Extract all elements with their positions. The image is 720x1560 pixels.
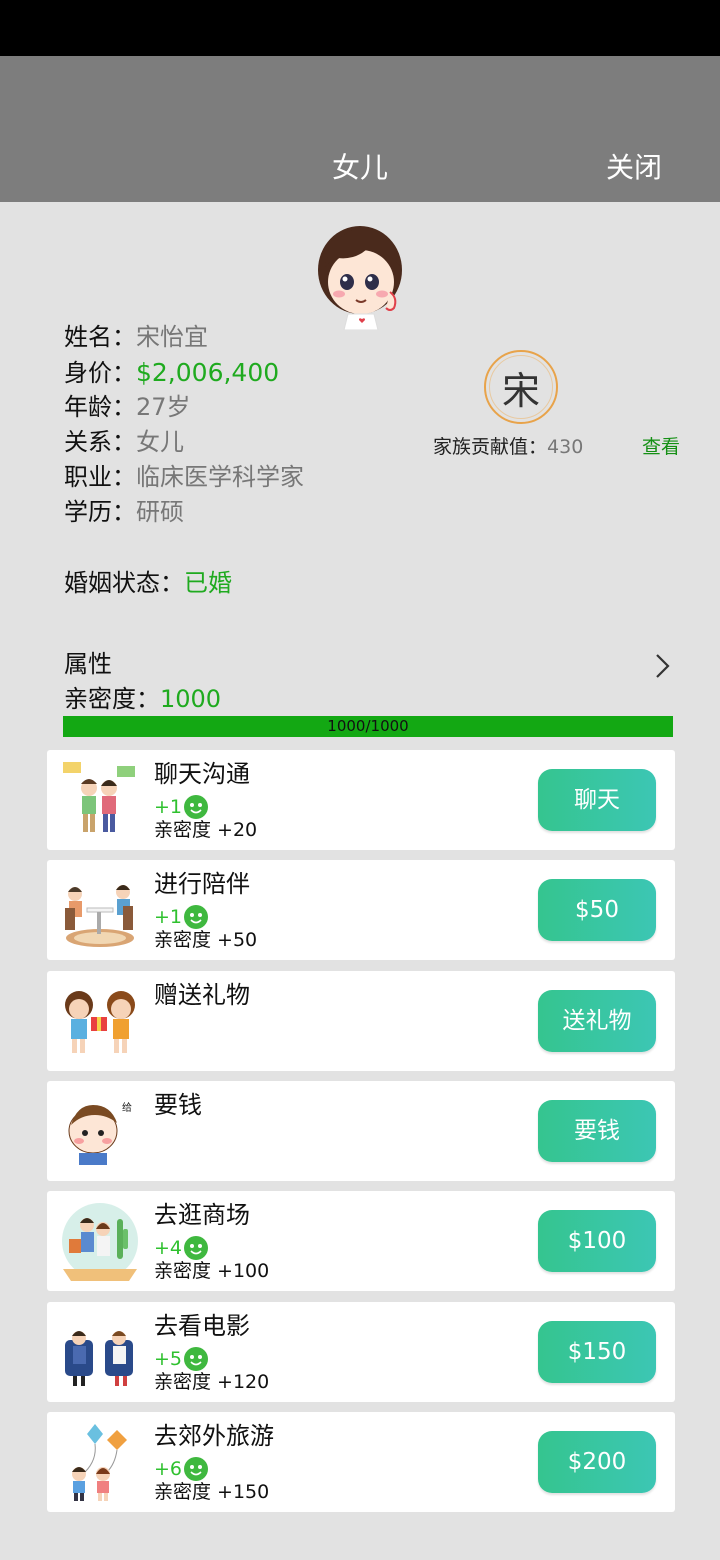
sticker-char: 给 (122, 1101, 132, 1114)
intimacy-progress-text: 1000/1000 (327, 717, 409, 735)
cinema-icon (65, 1331, 133, 1386)
intimacy-value: 1000 (160, 685, 222, 713)
smiley-face-icon (184, 1236, 209, 1260)
marriage-label: 婚姻状态： (64, 569, 184, 597)
chat-couple-icon (63, 762, 135, 832)
education-label: 学历： (64, 498, 136, 526)
action-title: 去郊外旅游 (154, 1422, 274, 1450)
smiley-face-icon (184, 1347, 209, 1371)
movie-button[interactable]: $150 (538, 1321, 656, 1383)
favor-gain-value: +1 (154, 796, 183, 818)
smiley-face-icon (184, 795, 209, 819)
education-row: 学历：研硕 (64, 495, 304, 530)
relation-row: 关系：女儿 (64, 425, 304, 460)
shopping-icon (62, 1203, 138, 1281)
intimacy-progress-bar: 1000/1000 (63, 716, 673, 737)
shopping-button[interactable]: $100 (538, 1210, 656, 1272)
action-title: 进行陪伴 (154, 870, 250, 898)
daughter-avatar (318, 226, 402, 330)
action-card-shopping: 去逛商场 +4 亲密度 +100 $100 (47, 1191, 675, 1291)
intimacy-row: 亲密度：1000 (64, 683, 221, 715)
smiley-face-icon (184, 1457, 209, 1481)
companion-button[interactable]: $50 (538, 879, 656, 941)
worth-value: $2,006,400 (136, 358, 280, 387)
intimacy-label: 亲密度： (64, 685, 160, 713)
favor-gain-value: +1 (154, 906, 183, 928)
ask-money-button[interactable]: 要钱 (538, 1100, 656, 1162)
action-title: 去看电影 (154, 1312, 250, 1340)
favor-gain-value: +6 (154, 1458, 183, 1480)
contribution-value: 430 (547, 436, 584, 458)
action-card-trip: 去郊外旅游 +6 亲密度 +150 $200 (47, 1412, 675, 1512)
attributes-title[interactable]: 属性 (64, 648, 112, 680)
name-label: 姓名： (64, 323, 136, 351)
intimacy-gain: 亲密度 +50 (154, 929, 258, 951)
gift-button[interactable]: 送礼物 (538, 990, 656, 1052)
intimacy-gain: 亲密度 +20 (154, 819, 258, 841)
marriage-status: 婚姻状态：已婚 (64, 566, 232, 600)
favor-gain-value: +4 (154, 1237, 183, 1259)
favor-gain: +1 (154, 904, 209, 930)
chat-button[interactable]: 聊天 (538, 769, 656, 831)
family-seal-char: 宋 (489, 355, 553, 419)
age-label: 年龄： (64, 393, 136, 421)
status-bar (0, 0, 720, 56)
contribution-label: 家族贡献值： (433, 436, 548, 458)
family-seal-icon: 宋 (484, 350, 558, 424)
favor-gain: +1 (154, 794, 209, 820)
action-title: 聊天沟通 (154, 760, 250, 788)
kite-trip-icon (72, 1424, 127, 1501)
action-title: 要钱 (154, 1091, 202, 1119)
intimacy-gain: 亲密度 +150 (154, 1481, 270, 1503)
worth-label: 身价： (64, 359, 136, 387)
name-value: 宋怡宜 (136, 323, 208, 351)
chevron-right-icon[interactable] (652, 652, 674, 680)
action-card-companion: 进行陪伴 +1 亲密度 +50 $50 (47, 860, 675, 960)
profile-info: 姓名：宋怡宜 身价：$2,006,400 年龄：27岁 关系：女儿 职业：临床医… (64, 320, 304, 530)
relation-label: 关系： (64, 428, 136, 456)
occupation-label: 职业： (64, 463, 136, 491)
family-contribution: 家族贡献值：430 (433, 434, 583, 460)
action-title: 去逛商场 (154, 1201, 250, 1229)
marriage-value: 已婚 (184, 569, 232, 597)
favor-gain: +5 (154, 1346, 209, 1372)
worth-row: 身价：$2,006,400 (64, 355, 304, 390)
favor-gain: +4 (154, 1235, 209, 1261)
intimacy-gain: 亲密度 +100 (154, 1260, 270, 1282)
action-card-movie: 去看电影 +5 亲密度 +120 $150 (47, 1302, 675, 1402)
age-row: 年龄：27岁 (64, 390, 304, 425)
occupation-value: 临床医学科学家 (136, 463, 304, 491)
action-title: 赠送礼物 (154, 981, 250, 1009)
favor-gain-value: +5 (154, 1348, 183, 1370)
action-card-chat: 聊天沟通 +1 亲密度 +20 聊天 (47, 750, 675, 850)
view-link[interactable]: 查看 (642, 434, 680, 460)
trip-button[interactable]: $200 (538, 1431, 656, 1493)
action-card-gift: 赠送礼物 送礼物 (47, 971, 675, 1071)
education-value: 研硕 (136, 498, 184, 526)
name-row: 姓名：宋怡宜 (64, 320, 304, 355)
header-bar: 女儿 关闭 (0, 56, 720, 202)
ask-money-icon: 给 (68, 1101, 132, 1165)
companionship-icon (65, 885, 134, 947)
occupation-row: 职业：临床医学科学家 (64, 460, 304, 495)
age-value: 27岁 (136, 393, 191, 421)
favor-gain: +6 (154, 1456, 209, 1482)
relation-value: 女儿 (136, 428, 184, 456)
smiley-face-icon (184, 905, 209, 929)
action-card-ask-money: 给 要钱 要钱 (47, 1081, 675, 1181)
gift-kids-icon (65, 991, 135, 1053)
intimacy-gain: 亲密度 +120 (154, 1371, 270, 1393)
close-button[interactable]: 关闭 (606, 150, 662, 186)
